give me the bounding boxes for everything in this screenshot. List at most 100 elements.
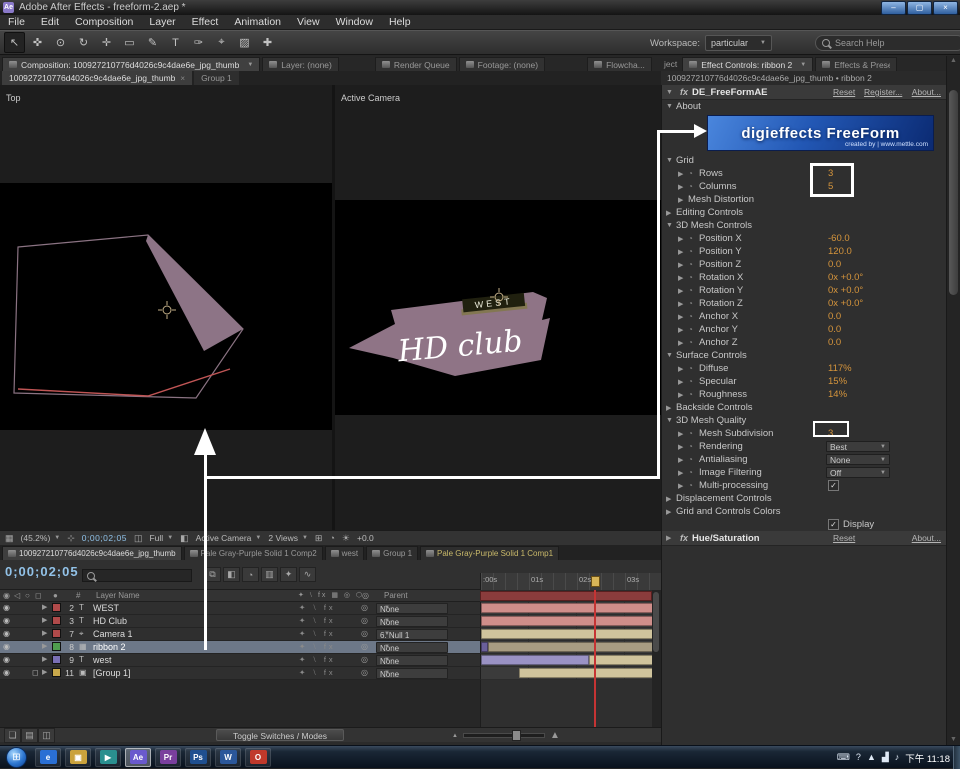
timeline-scrollbar[interactable] xyxy=(652,590,661,727)
twirl-icon[interactable]: ▶ xyxy=(678,313,688,321)
parent-pickwhip-icon[interactable]: ◎ xyxy=(361,603,368,612)
volume-icon[interactable]: ♪ xyxy=(895,752,900,763)
twirl-icon[interactable]: ▶ xyxy=(678,248,688,256)
layer-name[interactable]: [Group 1] xyxy=(93,668,131,678)
twirl-icon[interactable]: ▼ xyxy=(666,103,676,110)
twirl-down-icon[interactable]: ▼ xyxy=(666,89,676,96)
twirl-icon[interactable]: ▶ xyxy=(678,443,688,451)
magnification-select[interactable]: (45.2%)▼ xyxy=(21,533,61,543)
pan-behind-tool[interactable]: ✛ xyxy=(96,32,117,53)
eye-icon[interactable]: ◉ xyxy=(3,603,10,612)
register-link[interactable]: Register... xyxy=(864,87,902,97)
lock-icon[interactable]: ◻ xyxy=(32,668,39,677)
layer-track[interactable] xyxy=(480,667,652,680)
zoom-slider-thumb[interactable] xyxy=(512,730,521,741)
twirl-icon[interactable]: ▶ xyxy=(678,235,688,243)
layer-row-ribbon-2[interactable]: ◉▶8▦ribbon 2✦ ⧵ fx◎None▼ xyxy=(0,641,661,654)
viewer-active-camera[interactable]: Active Camera WEST HD club xyxy=(335,85,661,530)
value-rotation-z[interactable]: 0x +0.0° xyxy=(828,298,863,309)
twirl-icon[interactable]: ▶ xyxy=(678,339,688,347)
scrollbar-thumb[interactable] xyxy=(653,592,659,652)
twirl-icon[interactable]: ▶ xyxy=(42,668,47,676)
work-area-bar[interactable] xyxy=(480,591,652,601)
stopwatch-icon[interactable]: ◔ xyxy=(688,273,699,282)
twirl-icon[interactable]: ▶ xyxy=(678,326,688,334)
vertical-scrollbar[interactable]: ▲ ▼ xyxy=(946,56,960,745)
parent-pickwhip-icon[interactable]: ◎ xyxy=(361,655,368,664)
checkbox-display[interactable]: ✓ xyxy=(828,519,839,530)
current-time-indicator-line[interactable] xyxy=(594,590,596,727)
layer-name[interactable]: ribbon 2 xyxy=(93,642,126,652)
stopwatch-icon[interactable]: ◔ xyxy=(688,364,699,373)
close-button[interactable]: × xyxy=(933,1,958,15)
menu-composition[interactable]: Composition xyxy=(67,16,141,28)
layer-track[interactable] xyxy=(480,615,652,628)
timeline-tab-pale-gray-purple-solid-1-comp1[interactable]: Pale Gray-Purple Solid 1 Comp1 xyxy=(420,546,559,560)
parent-pickwhip-icon[interactable]: ◎ xyxy=(361,629,368,638)
layer-duration-bar[interactable] xyxy=(481,603,652,613)
parent-column-header[interactable]: Parent xyxy=(384,591,408,600)
layer-track[interactable] xyxy=(480,654,652,667)
pen-tool[interactable]: ✎ xyxy=(142,32,163,53)
input-indicator-icon[interactable]: ⌨ xyxy=(837,752,850,763)
twirl-icon[interactable]: ▶ xyxy=(42,603,47,611)
twirl-icon[interactable]: ▼ xyxy=(666,352,676,359)
resolution-select[interactable]: Full▼ xyxy=(149,533,173,543)
dropdown-image-filtering[interactable]: Off▼ xyxy=(826,467,890,478)
menu-file[interactable]: File xyxy=(0,16,33,28)
twirl-icon[interactable]: ▶ xyxy=(666,508,676,516)
search-help-input[interactable]: Search Help xyxy=(815,35,960,51)
stopwatch-icon[interactable]: ◔ xyxy=(688,247,699,256)
motion-blur-icon[interactable]: ✦ xyxy=(280,567,297,582)
layer-track[interactable] xyxy=(480,602,652,615)
safe-margins-icon[interactable]: ⊹ xyxy=(67,533,75,544)
menu-view[interactable]: View xyxy=(289,16,328,28)
parent-dropdown[interactable]: None▼ xyxy=(376,655,448,666)
eye-icon[interactable]: ◉ xyxy=(3,629,10,638)
twirl-icon[interactable]: ▼ xyxy=(666,157,676,164)
switches-pane-icon[interactable]: ◫ xyxy=(38,728,55,743)
twirl-icon[interactable]: ▶ xyxy=(42,655,47,663)
layer-switches[interactable]: ✦ ⧵ fx xyxy=(299,642,336,652)
grid-options-icon[interactable]: ▦ xyxy=(5,533,14,544)
stopwatch-icon[interactable]: ◔ xyxy=(688,260,699,269)
layer-duration-bar[interactable] xyxy=(481,642,488,652)
hidden-icons-icon[interactable]: ▲ xyxy=(867,752,876,763)
transparency-grid-icon[interactable]: ◔ xyxy=(329,533,334,543)
mask-shape-tool[interactable]: ▭ xyxy=(119,32,140,53)
twirl-icon[interactable]: ▶ xyxy=(678,378,688,386)
viewer-timecode[interactable]: 0;00;02;05 xyxy=(82,533,127,543)
camera-select[interactable]: Active Camera▼ xyxy=(196,533,262,543)
scroll-up-icon[interactable]: ▲ xyxy=(947,56,960,66)
effect-header-hue-saturation[interactable]: ▶ fx Hue/Saturation Reset About... xyxy=(662,531,946,546)
parent-dropdown[interactable]: None▼ xyxy=(376,668,448,679)
parent-dropdown[interactable]: None▼ xyxy=(376,603,448,614)
type-tool[interactable]: T xyxy=(165,32,186,53)
value-anchor-y[interactable]: 0.0 xyxy=(828,324,841,335)
fx-icon[interactable]: fx xyxy=(680,87,688,97)
brush-tool[interactable]: ✑ xyxy=(188,32,209,53)
tab-project-clipped[interactable]: ject xyxy=(661,59,680,69)
twirl-icon[interactable]: ▶ xyxy=(678,430,688,438)
value-position-x[interactable]: -60.0 xyxy=(828,233,850,244)
menu-edit[interactable]: Edit xyxy=(33,16,67,28)
layer-name[interactable]: HD Club xyxy=(93,616,127,626)
help-icon[interactable]: ? xyxy=(856,752,861,763)
toggle-switches-modes-button[interactable]: Toggle Switches / Modes xyxy=(216,729,344,741)
show-desktop-button[interactable] xyxy=(953,746,960,769)
layer-duration-bar[interactable] xyxy=(481,629,652,639)
tab-flowcha[interactable]: Flowcha... xyxy=(587,57,652,71)
eye-icon[interactable]: ◉ xyxy=(3,655,10,664)
twirl-icon[interactable]: ▶ xyxy=(678,287,688,295)
tab-effect-controls[interactable]: Effect Controls: ribbon 2 ▼ xyxy=(682,57,813,71)
about-link[interactable]: About... xyxy=(912,87,941,97)
tab-composition-100927210776d4026c9c4dae[interactable]: Composition: 100927210776d4026c9c4dae6e_… xyxy=(2,57,260,71)
twirl-icon[interactable]: ▶ xyxy=(666,404,676,412)
twirl-icon[interactable]: ▼ xyxy=(666,417,676,424)
zoom-tool[interactable]: ⊙ xyxy=(50,32,71,53)
layer-row-west[interactable]: ◉▶2TWEST✦ ⧵ fx◎None▼ xyxy=(0,602,661,615)
dropdown-rendering[interactable]: Best▼ xyxy=(826,441,890,452)
clone-stamp-tool[interactable]: ⌖ xyxy=(211,32,232,53)
layer-switches[interactable]: ✦ ⧵ fx xyxy=(299,629,336,639)
reset-link[interactable]: Reset xyxy=(833,87,855,97)
